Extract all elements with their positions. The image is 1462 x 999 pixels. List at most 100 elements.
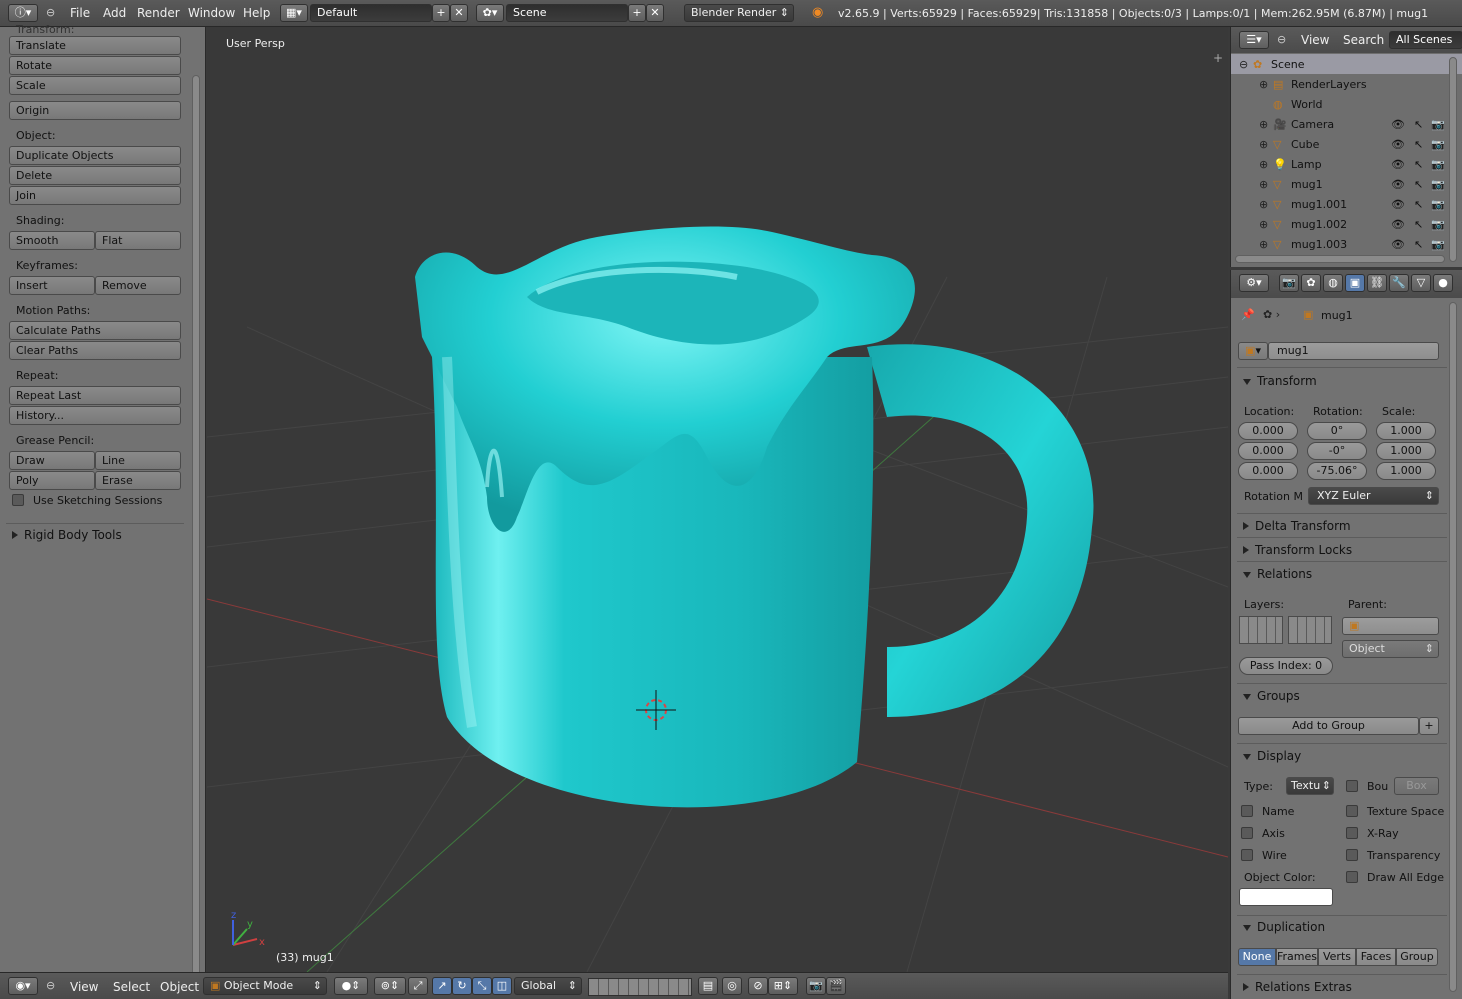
expand-toggle-icon[interactable]: ⊕ [1259, 115, 1268, 135]
select-arrow-icon[interactable]: ↖ [1414, 155, 1423, 175]
select-arrow-icon[interactable]: ↖ [1414, 235, 1423, 255]
duplication-option-group[interactable]: Group [1396, 948, 1438, 966]
duplication-panel-header[interactable]: Duplication [1243, 920, 1325, 934]
menu-render[interactable]: Render [137, 6, 180, 20]
display-checkbox[interactable] [1346, 805, 1358, 817]
expand-toggle-icon[interactable]: ⊖ [1239, 55, 1248, 75]
visibility-eye-icon[interactable]: 👁 [1391, 175, 1405, 195]
rotation-field[interactable]: -0° [1307, 442, 1367, 460]
outliner-row[interactable]: ⊕ 💡 Lamp 👁 ↖ 📷 [1231, 155, 1449, 175]
duplication-option-none[interactable]: None [1238, 948, 1276, 966]
location-field[interactable]: 0.000 [1238, 442, 1298, 460]
outliner-row[interactable]: ⊕ ▽ mug1.003 👁 ↖ 📷 [1231, 235, 1449, 255]
render-camera-icon[interactable]: 📷 [1431, 235, 1445, 255]
outliner-hscrollbar[interactable] [1235, 255, 1445, 263]
translate-manipulator[interactable]: ↗ [432, 977, 452, 995]
world-tab-icon[interactable]: ◍ [1323, 274, 1343, 292]
layer-buttons[interactable] [588, 978, 692, 996]
join-button[interactable]: Join [9, 186, 181, 205]
repeat-last-button[interactable]: Repeat Last [9, 386, 181, 405]
bounds-checkbox[interactable] [1346, 780, 1358, 792]
location-field[interactable]: 0.000 [1238, 422, 1298, 440]
snap-toggle-icon[interactable]: ⊘ [748, 977, 768, 995]
render-camera-icon[interactable]: 📷 [1431, 195, 1445, 215]
outliner-menu-view[interactable]: View [1301, 33, 1329, 47]
render-camera-icon[interactable]: 📷 [1431, 175, 1445, 195]
bounds-type-select[interactable]: Box [1394, 777, 1439, 795]
select-arrow-icon[interactable]: ↖ [1414, 115, 1423, 135]
duplication-option-frames[interactable]: Frames [1276, 948, 1318, 966]
mode-select[interactable]: ▣ Object Mode ⇕ [203, 977, 327, 995]
properties-editor-type-button[interactable]: ⚙▾ [1239, 274, 1269, 292]
relations-extras-panel-header[interactable]: Relations Extras [1243, 980, 1352, 994]
collapse-icon[interactable]: ⊖ [1277, 33, 1286, 46]
outliner-row[interactable]: ⊕ ▽ mug1.002 👁 ↖ 📷 [1231, 215, 1449, 235]
render-anim-icon[interactable]: 🎬 [826, 977, 846, 995]
render-engine-select[interactable]: Blender Render ⇕ [684, 4, 794, 22]
calculate-paths-button[interactable]: Calculate Paths [9, 321, 181, 340]
parent-field[interactable]: ▣ [1342, 617, 1439, 635]
proportional-edit-icon[interactable]: ◎ [722, 977, 742, 995]
manipulator-toggle[interactable]: ⤢ [408, 977, 428, 995]
properties-scrollbar[interactable] [1449, 302, 1457, 992]
flat-button[interactable]: Flat [95, 231, 181, 250]
render-camera-icon[interactable]: 📷 [1431, 135, 1445, 155]
display-checkbox[interactable] [1346, 871, 1358, 883]
poly-button[interactable]: Poly [9, 471, 95, 490]
layout-name-field[interactable]: Default [310, 4, 432, 22]
delete-button[interactable]: Delete [9, 166, 181, 185]
scale-button[interactable]: Scale [9, 76, 181, 95]
clear-paths-button[interactable]: Clear Paths [9, 341, 181, 360]
view-menu[interactable]: View [70, 980, 98, 994]
expand-toggle-icon[interactable]: ⊕ [1259, 155, 1268, 175]
expand-toggle-icon[interactable]: ⊕ [1259, 175, 1268, 195]
transform-panel-header[interactable]: Transform [1243, 374, 1317, 388]
render-camera-icon[interactable]: 📷 [1431, 215, 1445, 235]
outliner-editor-type-button[interactable]: ☰▾ [1239, 31, 1269, 49]
insert-keyframe-button[interactable]: Insert [9, 276, 95, 295]
display-panel-header[interactable]: Display [1243, 749, 1301, 763]
expand-toggle-icon[interactable]: ⊕ [1259, 75, 1268, 95]
menu-window[interactable]: Window [188, 6, 235, 20]
visibility-eye-icon[interactable]: 👁 [1391, 135, 1405, 155]
scale-field[interactable]: 1.000 [1376, 462, 1436, 480]
remove-keyframe-button[interactable]: Remove [95, 276, 181, 295]
add-to-group-button[interactable]: Add to Group [1238, 717, 1419, 735]
display-checkbox[interactable] [1346, 827, 1358, 839]
rotate-button[interactable]: Rotate [9, 56, 181, 75]
history-button[interactable]: History... [9, 406, 181, 425]
collapse-icon[interactable]: ⊖ [46, 6, 55, 19]
outliner-row[interactable]: ⊕ ▽ mug1.001 👁 ↖ 📷 [1231, 195, 1449, 215]
object-color-swatch[interactable] [1239, 888, 1333, 906]
select-arrow-icon[interactable]: ↖ [1414, 135, 1423, 155]
outliner-row[interactable]: ⊕ ▽ mug1 👁 ↖ 📷 [1231, 175, 1449, 195]
remove-layout-button[interactable]: ✕ [450, 4, 468, 22]
scale-field[interactable]: 1.000 [1376, 422, 1436, 440]
menu-file[interactable]: File [70, 6, 90, 20]
display-checkbox[interactable] [1241, 805, 1253, 817]
layers-grid-left[interactable] [1239, 616, 1283, 644]
viewport-editor-type-button[interactable]: ◉▾ [8, 977, 38, 995]
scene-browse-button[interactable]: ✿▾ [476, 4, 504, 22]
new-group-button[interactable]: + [1419, 717, 1439, 735]
scale-manipulator-2[interactable]: ◫ [492, 977, 512, 995]
render-tab-icon[interactable]: 📷 [1279, 274, 1299, 292]
visibility-eye-icon[interactable]: 👁 [1391, 115, 1405, 135]
object-tab-icon[interactable]: ▣ [1345, 274, 1365, 292]
render-camera-icon[interactable]: 📷 [806, 977, 826, 995]
expand-properties-icon[interactable]: + [1213, 51, 1223, 65]
menu-help[interactable]: Help [243, 6, 270, 20]
location-field[interactable]: 0.000 [1238, 462, 1298, 480]
viewport-shading-select[interactable]: ●⇕ [334, 977, 368, 995]
outliner-row[interactable]: ◍ World [1231, 95, 1449, 115]
scale-manipulator[interactable]: ⤡ [472, 977, 492, 995]
outliner-row[interactable]: ⊕ ▤ RenderLayers [1231, 75, 1449, 95]
display-checkbox[interactable] [1241, 849, 1253, 861]
snap-element-select[interactable]: ⊞⇕ [768, 977, 798, 995]
outliner-menu-search[interactable]: Search [1343, 33, 1384, 47]
delta-transform-panel-header[interactable]: Delta Transform [1243, 519, 1351, 533]
expand-toggle-icon[interactable]: ⊕ [1259, 215, 1268, 235]
sketching-sessions-checkbox[interactable] [12, 494, 24, 506]
relations-panel-header[interactable]: Relations [1243, 567, 1312, 581]
duplication-option-verts[interactable]: Verts [1318, 948, 1356, 966]
